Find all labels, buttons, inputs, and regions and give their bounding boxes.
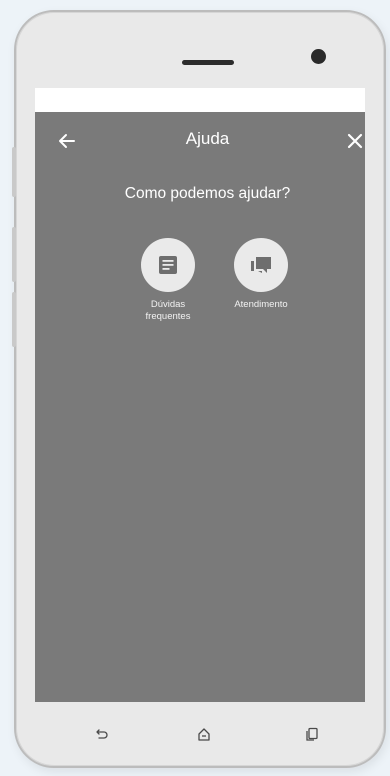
faq-label-line2: frequentes: [145, 311, 191, 322]
faq-circle[interactable]: [141, 238, 195, 292]
support-option[interactable]: Atendimento: [206, 238, 316, 311]
chat-bubbles-icon: [251, 257, 271, 273]
back-nav-icon[interactable]: [94, 726, 110, 742]
phone-speaker: [182, 60, 234, 65]
help-question: Como podemos ajudar?: [124, 185, 291, 202]
document-icon: [159, 256, 177, 274]
app-screen: Ajuda Como podemos ajudar? Dúvidas frequ…: [35, 88, 365, 702]
recents-icon[interactable]: [304, 726, 320, 742]
page-title: Ajuda: [185, 129, 230, 148]
phone-camera: [311, 49, 326, 64]
status-bar: [35, 88, 365, 112]
home-icon[interactable]: [196, 726, 212, 742]
support-label: Atendimento: [206, 299, 316, 311]
side-button-top: [12, 147, 16, 197]
side-button-bottom: [12, 292, 16, 347]
side-button-middle: [12, 227, 16, 282]
close-icon[interactable]: [346, 132, 364, 150]
android-nav-bar: [16, 704, 356, 756]
support-circle[interactable]: [234, 238, 288, 292]
support-label-line1: Atendimento: [234, 299, 288, 310]
